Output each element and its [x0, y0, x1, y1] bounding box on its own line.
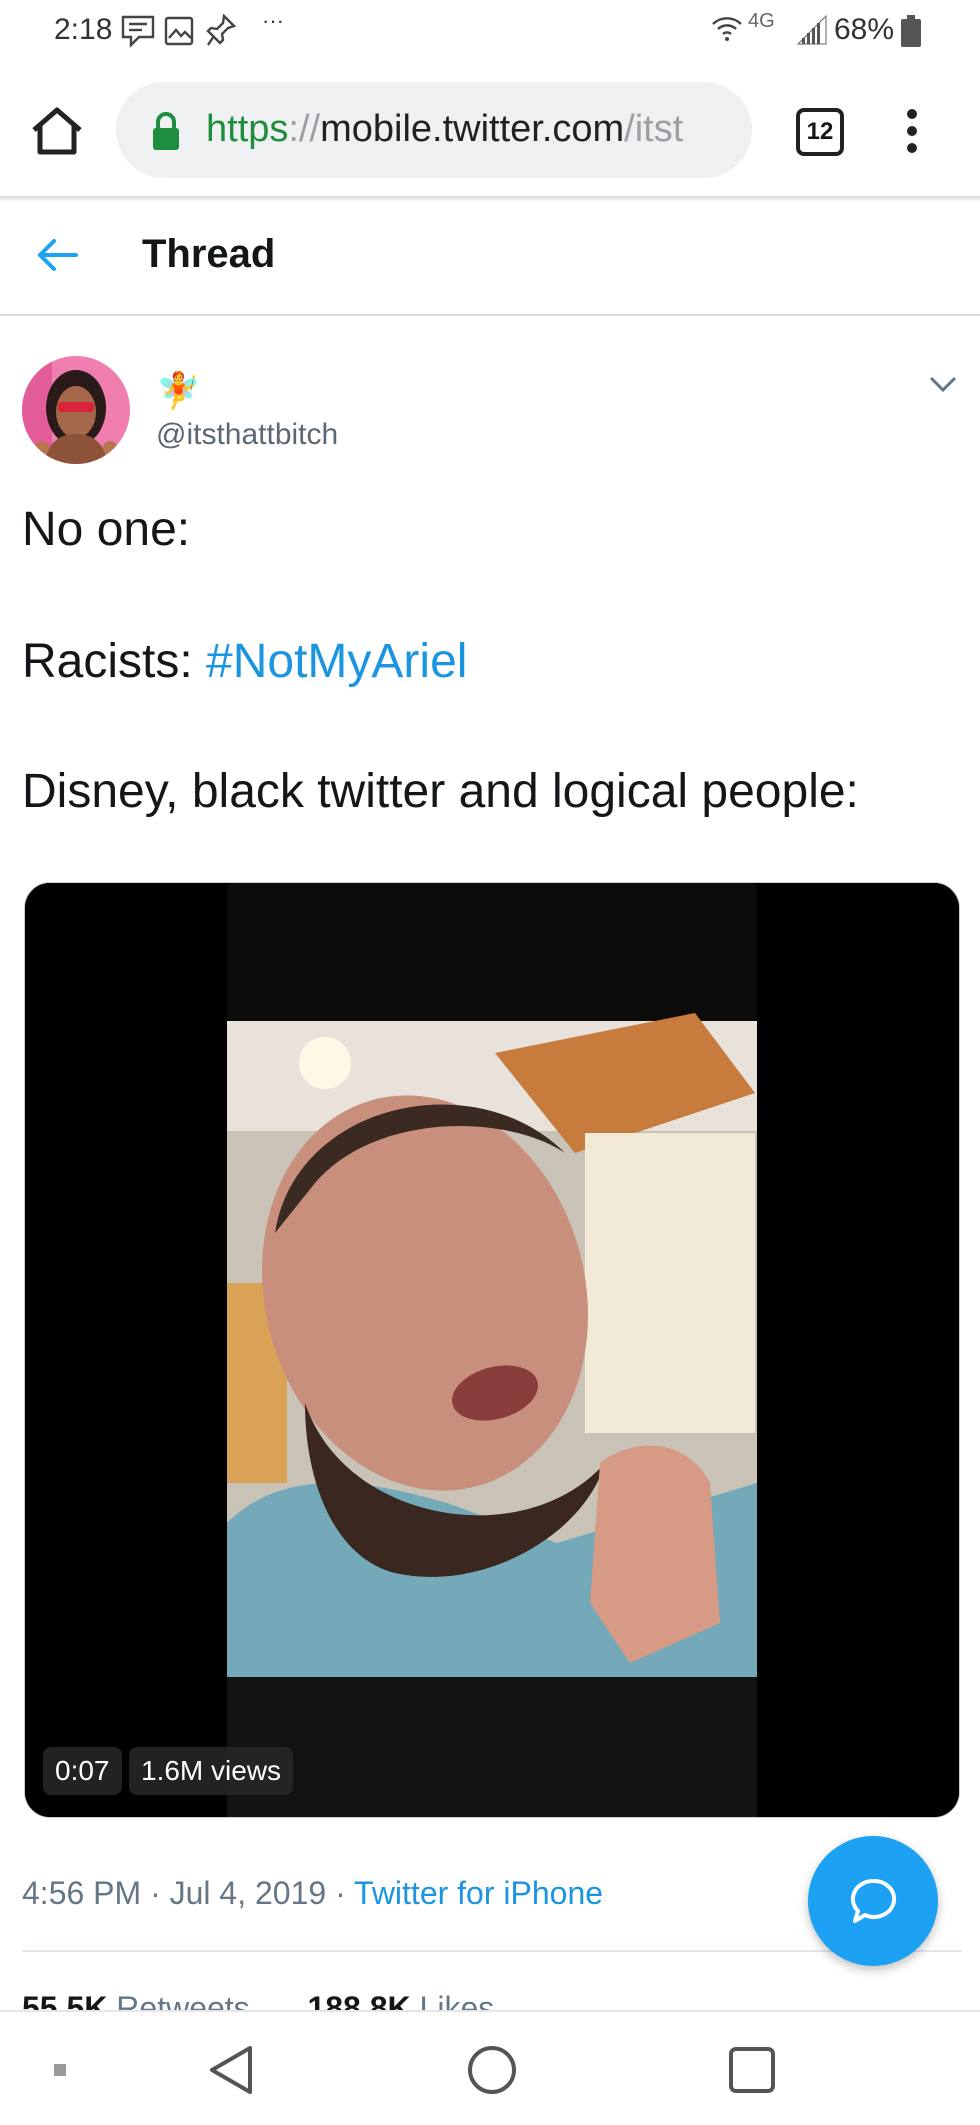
meta-separator: · [141, 1875, 170, 1911]
network-type: 4G [748, 10, 775, 32]
header-divider [0, 314, 980, 316]
system-nav-bar [0, 2010, 980, 2125]
video-duration: 0:07 [43, 1747, 122, 1795]
nav-back-icon[interactable] [206, 2042, 256, 2098]
reply-icon [850, 1878, 897, 1923]
back-arrow-icon[interactable] [36, 238, 78, 272]
home-icon[interactable] [30, 106, 84, 156]
user-handle[interactable]: @itsthattbitch [156, 418, 338, 452]
page-title: Thread [142, 232, 276, 276]
fairy-emoji-icon: 🧚 [156, 370, 201, 411]
url-scheme: https [206, 108, 289, 150]
tweet-time: 4:56 PM [22, 1875, 142, 1911]
url-separator: :// [288, 108, 321, 150]
reply-button[interactable] [808, 1836, 938, 1966]
image-icon [164, 16, 194, 46]
meta-separator: · [326, 1875, 355, 1911]
battery-percent: 68% [834, 13, 895, 46]
tweet-meta: 4:56 PM · Jul 4, 2019 · Twitter for iPho… [22, 1875, 603, 1912]
tab-count: 12 [806, 118, 834, 145]
chevron-down-icon[interactable] [928, 374, 958, 394]
signal-icon [796, 14, 827, 45]
nav-dot [54, 2064, 66, 2076]
avatar[interactable] [22, 356, 130, 464]
hashtag-link[interactable]: #NotMyAriel [206, 635, 467, 688]
tweet-text-line-3: Disney, black twitter and logical people… [22, 765, 859, 818]
tweet-date[interactable]: Jul 4, 2019 [170, 1875, 327, 1911]
lock-icon [153, 112, 179, 150]
video-views: 1.6M views [129, 1747, 294, 1795]
url-host: mobile.twitter.com [320, 108, 625, 150]
status-time: 2:18 [54, 13, 113, 46]
overflow-menu-icon[interactable] [902, 106, 922, 156]
wifi-icon [712, 17, 742, 41]
nav-home-icon[interactable] [466, 2044, 518, 2096]
tweet-text-prefix: Racists: [22, 635, 207, 688]
tabs-icon[interactable]: 12 [796, 108, 844, 156]
status-bar: 2:18 ··· 4G 68% [0, 0, 980, 64]
tweet-text-line-2: Racists: #NotMyAriel [22, 634, 467, 689]
message-icon [121, 15, 155, 48]
video-frame [25, 883, 959, 1817]
meta-divider [22, 1950, 962, 1952]
pin-icon [206, 14, 236, 46]
video-player[interactable]: 0:07 1.6M views [24, 882, 960, 1818]
tweet-text-line-1: No one: [22, 503, 191, 556]
nav-recents-icon[interactable] [728, 2046, 776, 2094]
url-path: /itst [624, 108, 684, 150]
status-more: ··· [262, 8, 284, 33]
url-text[interactable]: https://mobile.twitter.com/itst [206, 108, 726, 151]
battery-icon [901, 15, 921, 47]
toolbar-shadow [0, 196, 980, 202]
tweet-source-link[interactable]: Twitter for iPhone [354, 1875, 603, 1911]
